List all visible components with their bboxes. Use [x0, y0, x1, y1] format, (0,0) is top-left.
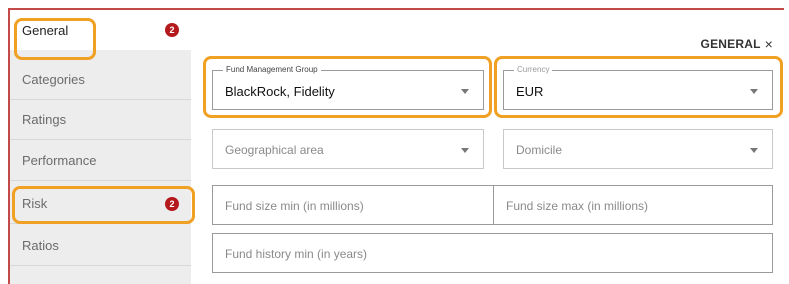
chevron-down-icon — [461, 148, 469, 153]
sidebar-item-label: Ratios — [22, 238, 59, 253]
sidebar-item-categories[interactable]: Categories — [10, 60, 191, 100]
domicile-select[interactable]: Domicile — [503, 129, 773, 169]
fund-management-group-select[interactable]: Fund Management Group BlackRock, Fidelit… — [212, 65, 484, 110]
sidebar-item-general[interactable]: General 2 — [10, 10, 191, 50]
sidebar-item-risk[interactable]: Risk 2 — [10, 184, 191, 224]
geographical-area-select[interactable]: Geographical area — [212, 129, 484, 169]
sidebar-item-label: Performance — [22, 153, 97, 168]
count-badge: 2 — [165, 196, 179, 211]
sidebar-item-label: Ratings — [22, 112, 67, 127]
fund-size-min-input[interactable]: Fund size min (in millions) — [212, 185, 494, 225]
fund-history-min-input[interactable]: Fund history min (in years) — [212, 233, 773, 273]
field-placeholder: Domicile — [516, 143, 563, 157]
sidebar-item-ratings[interactable]: Ratings — [10, 100, 191, 140]
field-value: EUR — [516, 84, 544, 99]
filter-sidebar: General 2 Categories Ratings Performance… — [10, 10, 191, 284]
currency-select[interactable]: Currency EUR — [503, 65, 773, 110]
field-placeholder: Fund size max (in millions) — [506, 199, 649, 213]
chevron-down-icon — [461, 89, 469, 94]
chevron-down-icon — [750, 89, 758, 94]
field-placeholder: Fund history min (in years) — [225, 247, 368, 261]
panel-title: GENERAL × — [701, 36, 773, 52]
sidebar-item-performance[interactable]: Performance — [10, 141, 191, 181]
sidebar-item-ratios[interactable]: Ratios — [10, 226, 191, 266]
panel-title-text: GENERAL — [700, 37, 761, 51]
field-value: BlackRock, Fidelity — [225, 84, 335, 99]
field-label: Currency — [514, 65, 553, 74]
field-placeholder: Fund size min (in millions) — [225, 199, 364, 213]
field-label: Fund Management Group — [223, 65, 321, 74]
sidebar-item-label: Categories — [22, 72, 85, 87]
field-placeholder: Geographical area — [225, 143, 324, 157]
close-icon[interactable]: × — [765, 36, 773, 52]
sidebar-item-label: Risk — [22, 196, 48, 211]
chevron-down-icon — [750, 148, 758, 153]
count-badge: 2 — [165, 23, 179, 37]
fund-size-max-input[interactable]: Fund size max (in millions) — [493, 185, 773, 225]
sidebar-item-label: General — [22, 22, 69, 38]
